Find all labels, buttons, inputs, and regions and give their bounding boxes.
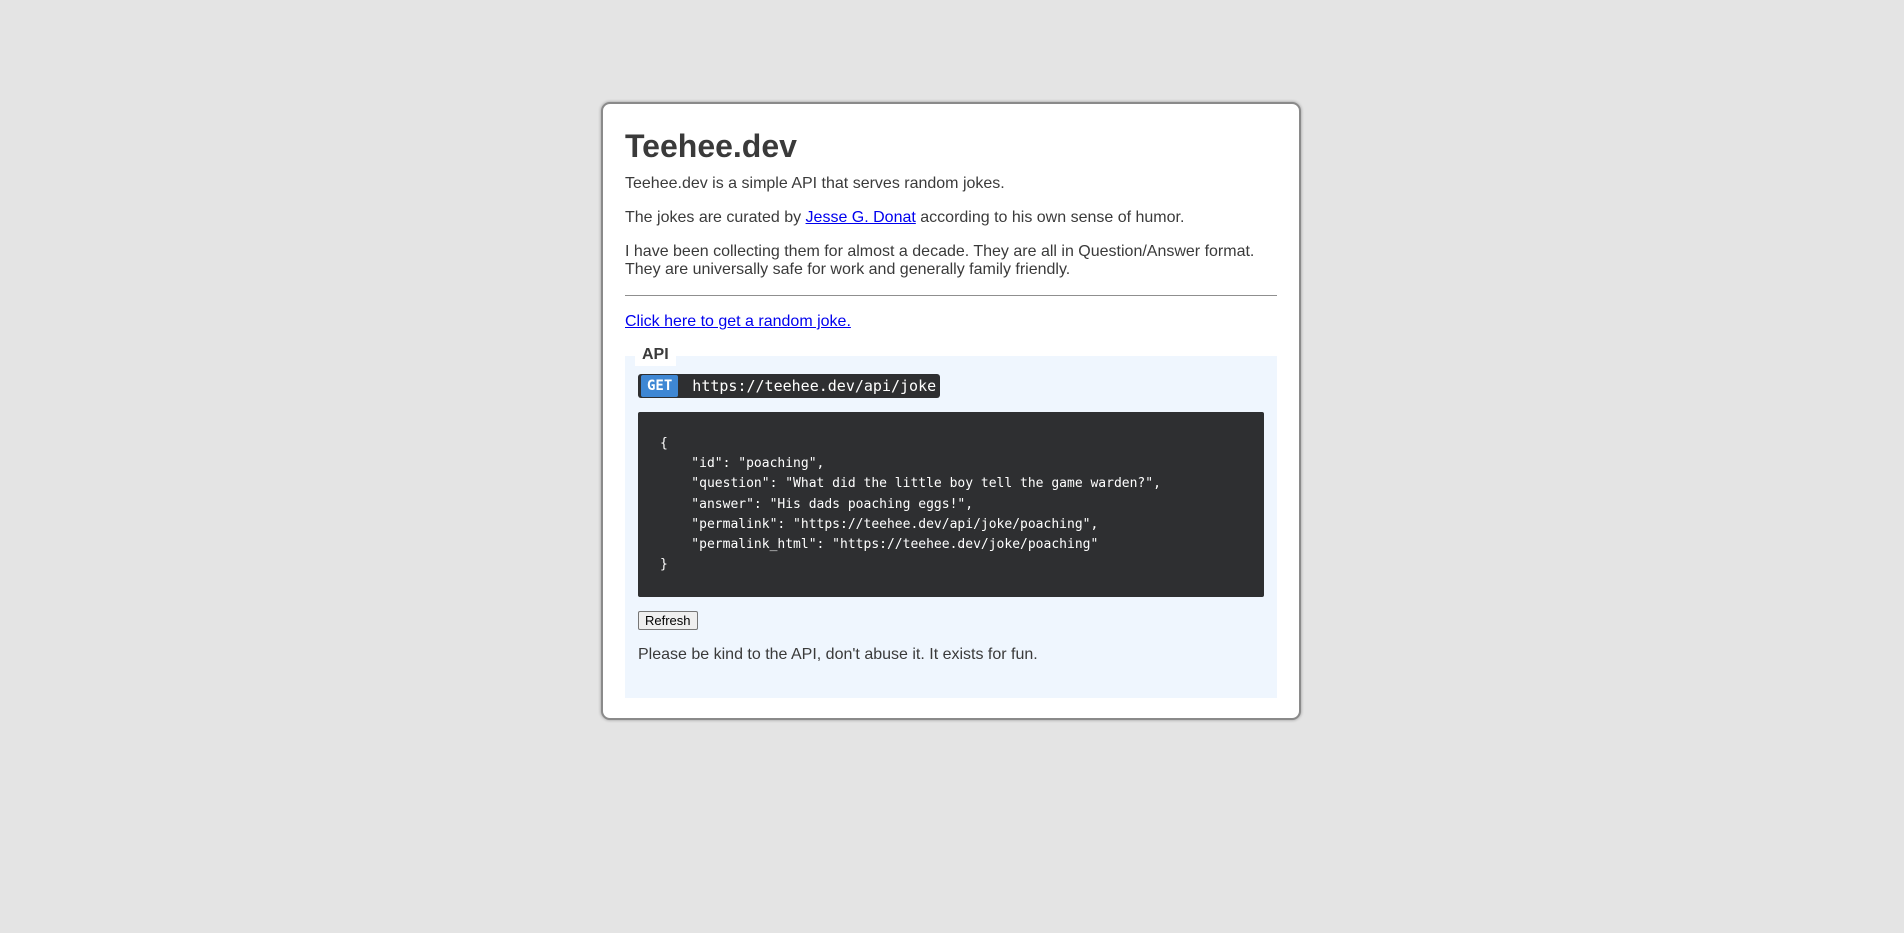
api-response-code: { "id": "poaching", "question": "What di… xyxy=(638,412,1264,597)
random-joke-link[interactable]: Click here to get a random joke. xyxy=(625,313,1277,331)
curator-suffix: according to his own sense of humor. xyxy=(915,209,1185,226)
intro-collection: I have been collecting them for almost a… xyxy=(625,243,1255,278)
page-title: Teehee.dev xyxy=(625,128,797,164)
divider xyxy=(625,295,1277,296)
api-endpoint: GET https://teehee.dev/api/joke xyxy=(638,374,941,398)
api-endpoint-url: https://teehee.dev/api/joke xyxy=(692,377,937,395)
intro-description: Teehee.dev is a simple API that serves r… xyxy=(625,175,1005,192)
refresh-button[interactable]: Refresh xyxy=(638,611,698,630)
curator-prefix: The jokes are curated by xyxy=(625,209,806,226)
main-card: Teehee.dev Teehee.dev is a simple API th… xyxy=(601,102,1301,720)
api-section: API GET https://teehee.dev/api/joke { "i… xyxy=(625,344,1277,698)
intro-curator: The jokes are curated by Jesse G. Donat … xyxy=(625,209,1277,227)
api-legend: API xyxy=(635,344,676,366)
http-method-badge: GET xyxy=(641,375,679,397)
author-link[interactable]: Jesse G. Donat xyxy=(806,209,916,226)
api-usage-note: Please be kind to the API, don't abuse i… xyxy=(638,646,1038,663)
